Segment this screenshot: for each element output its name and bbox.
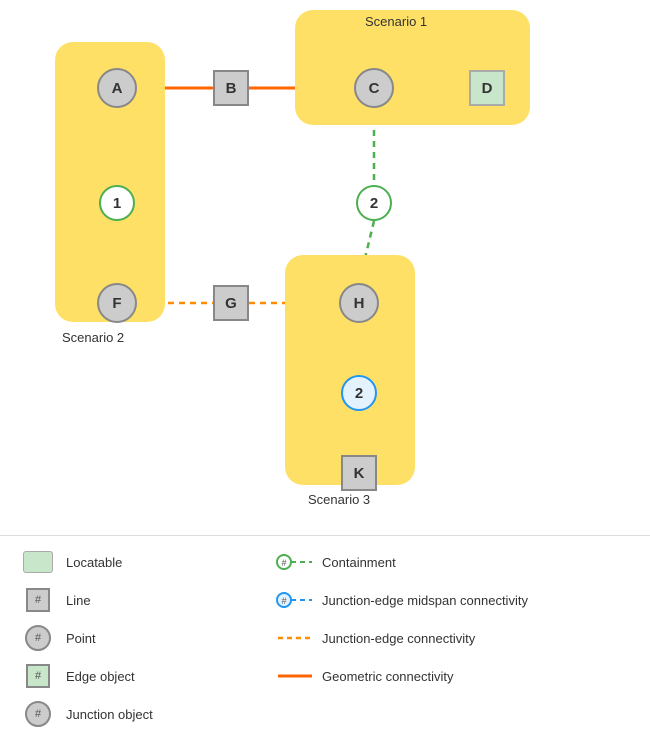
scenario1-label: Scenario 1 (365, 14, 427, 29)
legend-right: # Containment # Junction-edge midspan co… (276, 548, 630, 730)
node-D: D (469, 70, 505, 106)
legend-locatable: Locatable (20, 548, 256, 576)
legend-left: Locatable # Line # Point # Edge object #… (20, 548, 256, 730)
legend-containment: # Containment (276, 548, 630, 576)
legend-junction-edge: Junction-edge connectivity (276, 624, 630, 652)
legend-edge-object-icon: # (20, 662, 56, 690)
node-A: A (97, 68, 137, 108)
svg-text:#: # (281, 596, 286, 606)
legend-containment-icon: # (276, 548, 312, 576)
node-F: F (97, 283, 137, 323)
legend-junction-object-label: Junction object (66, 707, 153, 722)
legend-area: Locatable # Line # Point # Edge object #… (0, 535, 650, 742)
legend-junction-edge-icon (276, 624, 312, 652)
svg-text:#: # (281, 558, 286, 568)
legend-edge-object-label: Edge object (66, 669, 135, 684)
legend-line: # Line (20, 586, 256, 614)
scenario3-label: Scenario 3 (308, 492, 370, 507)
legend-geometric: Geometric connectivity (276, 662, 630, 690)
legend-junction-object: # Junction object (20, 700, 256, 728)
legend-line-label: Line (66, 593, 91, 608)
legend-point: # Point (20, 624, 256, 652)
legend-midspan: # Junction-edge midspan connectivity (276, 586, 630, 614)
diagram-area: Scenario 1 Scenario 2 Scenario 3 A B C D… (0, 0, 650, 530)
node-B: B (213, 70, 249, 106)
node-G: G (213, 285, 249, 321)
legend-junction-object-icon: # (20, 700, 56, 728)
legend-midspan-icon: # (276, 586, 312, 614)
node-K: K (341, 455, 377, 491)
legend-junction-edge-label: Junction-edge connectivity (322, 631, 475, 646)
legend-point-icon: # (20, 624, 56, 652)
legend-locatable-label: Locatable (66, 555, 122, 570)
node-1: 1 (99, 185, 135, 221)
legend-geometric-icon (276, 662, 312, 690)
node-H: H (339, 283, 379, 323)
legend-point-label: Point (66, 631, 96, 646)
scenario2-label: Scenario 2 (62, 330, 124, 345)
legend-line-icon: # (20, 586, 56, 614)
legend-containment-label: Containment (322, 555, 396, 570)
legend-geometric-label: Geometric connectivity (322, 669, 454, 684)
node-2bot: 2 (341, 375, 377, 411)
node-2top: 2 (356, 185, 392, 221)
legend-locatable-icon (20, 548, 56, 576)
legend-edge-object: # Edge object (20, 662, 256, 690)
node-C: C (354, 68, 394, 108)
legend-midspan-label: Junction-edge midspan connectivity (322, 593, 528, 608)
